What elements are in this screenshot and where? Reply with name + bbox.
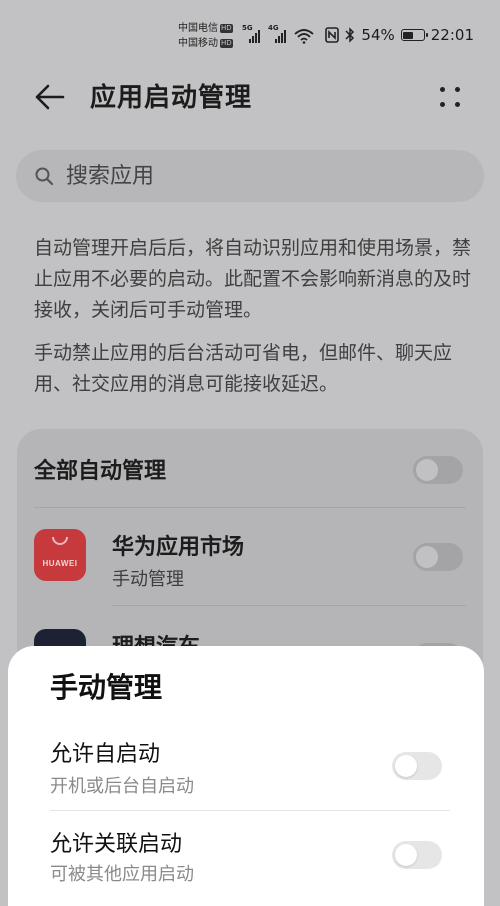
sheet-title: 手动管理 — [50, 671, 163, 704]
more-dots-icon[interactable] — [436, 84, 464, 112]
hd-badge: HD — [220, 38, 233, 48]
app-name: 华为应用市场 — [112, 535, 245, 560]
search-icon — [35, 167, 54, 186]
allow-auto-start-toggle[interactable] — [392, 752, 442, 780]
battery-icon — [400, 29, 428, 41]
battery-percent: 54% — [361, 26, 395, 44]
allow-linked-start-toggle[interactable] — [392, 841, 442, 869]
divider — [112, 605, 466, 606]
huawei-appgallery-icon: HUAWEI — [34, 529, 86, 581]
search-input[interactable] — [66, 160, 466, 192]
option-subtitle: 开机或后台自启动 — [50, 776, 194, 797]
nfc-icon — [325, 27, 340, 43]
app-row-huawei-appgallery[interactable]: HUAWEI 华为应用市场 手动管理 — [34, 507, 466, 607]
page-title: 应用启动管理 — [90, 83, 253, 113]
signal-4g-icon: 4G — [268, 24, 290, 44]
clock: 22:01 — [430, 26, 474, 44]
all-auto-manage-row[interactable]: 全部自动管理 — [34, 429, 466, 511]
carrier-1-label: 中国电信 — [178, 23, 218, 34]
option-title: 允许自启动 — [50, 742, 161, 767]
wifi-icon — [294, 29, 314, 44]
description-text: 手动禁止应用的后台活动可省电，但邮件、聊天应用、社交应用的消息可能接收延迟。 — [34, 342, 453, 395]
hd-badge: HD — [220, 23, 233, 33]
manual-manage-sheet: 手动管理 允许自启动 开机或后台自启动 允许关联启动 可被其他应用启动 — [8, 646, 484, 906]
all-auto-manage-toggle[interactable] — [413, 456, 463, 484]
signal-5g-icon: 5G — [242, 24, 264, 44]
app-status: 手动管理 — [112, 569, 184, 590]
divider — [50, 810, 450, 811]
carrier-2-label: 中国移动 — [178, 38, 218, 49]
arrow-left-icon[interactable] — [32, 82, 66, 112]
carrier-info: 中国电信 HD 中国移动 HD — [178, 22, 233, 52]
app-toggle[interactable] — [413, 543, 463, 571]
option-title: 允许关联启动 — [50, 832, 183, 857]
status-bar: 中国电信 HD 中国移动 HD 5G 4G 54% 22:01 — [0, 0, 500, 72]
description-text: 自动管理开启后后，将自动识别应用和使用场景，禁止应用不必要的启动。此配置不会影响… — [34, 237, 472, 321]
search-bar[interactable] — [16, 150, 484, 202]
all-auto-manage-label: 全部自动管理 — [34, 459, 167, 484]
bluetooth-icon — [345, 27, 355, 43]
option-subtitle: 可被其他应用启动 — [50, 864, 194, 885]
